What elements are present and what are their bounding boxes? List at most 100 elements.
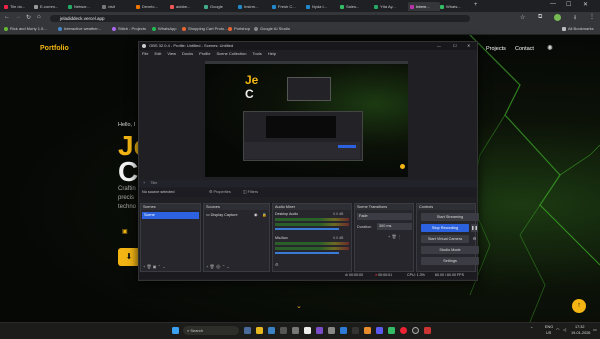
source-item[interactable]: ▭ Display Capture ◉ 🔒 xyxy=(206,212,268,219)
add-source-icon[interactable]: + xyxy=(206,264,208,269)
extensions-icon[interactable]: ⧉ xyxy=(538,14,542,21)
menu-icon[interactable]: ⋮ xyxy=(589,13,595,20)
duration-input[interactable]: 300 ms xyxy=(377,223,412,230)
bookmark-item[interactable]: WhatsApp xyxy=(152,26,176,31)
figma-icon[interactable] xyxy=(364,327,371,334)
discord-icon[interactable] xyxy=(376,327,383,334)
profile-avatar[interactable] xyxy=(554,14,561,21)
obs-close-icon[interactable]: ✕ xyxy=(467,42,470,50)
whatsapp-icon[interactable] xyxy=(388,327,395,334)
theme-toggle-icon[interactable]: ✺ xyxy=(547,44,553,52)
settings-button[interactable]: Settings xyxy=(421,257,479,265)
add-transition-icon[interactable]: + xyxy=(388,234,390,239)
recording-app-icon[interactable] xyxy=(424,327,431,334)
move-up-icon[interactable]: ⌃ xyxy=(158,264,161,269)
pause-recording-icon[interactable]: ❚❚ xyxy=(471,224,478,232)
widgets-icon[interactable] xyxy=(244,327,251,334)
start-streaming-button[interactable]: Start Streaming xyxy=(421,213,479,221)
tab-3[interactable]: Networ... xyxy=(68,2,98,11)
search-box[interactable]: ⌕ Search xyxy=(183,326,239,335)
mixer-settings-icon[interactable]: ⚙ xyxy=(275,262,279,267)
scroll-down-icon[interactable]: ⌄ xyxy=(296,302,302,310)
virtual-camera-settings-icon[interactable]: ⚙ xyxy=(471,235,478,243)
store-icon[interactable] xyxy=(292,327,299,334)
tab-7[interactable]: Google xyxy=(204,2,234,11)
properties-button[interactable]: ⚙ Properties xyxy=(209,188,231,197)
all-bookmarks[interactable]: All Bookmarks xyxy=(562,26,594,31)
tab-9[interactable]: Fresh C... xyxy=(272,2,302,11)
visibility-icon[interactable]: ◉ xyxy=(254,212,257,219)
menu-profile[interactable]: Profile xyxy=(199,50,210,58)
obs-maximize-icon[interactable]: ☐ xyxy=(453,42,457,50)
back-icon[interactable]: ← xyxy=(4,14,10,20)
vscode-icon[interactable] xyxy=(340,327,347,334)
remove-source-icon[interactable]: 🗑 xyxy=(209,264,214,269)
start-virtual-camera-button[interactable]: Start Virtual Camera xyxy=(421,235,469,243)
filters-button[interactable]: ◫ Filters xyxy=(243,188,258,197)
bookmark-item[interactable]: Rick and Morty 1.5... xyxy=(4,26,47,31)
tab-1[interactable]: Tile do... xyxy=(4,2,30,11)
site-logo[interactable]: Portfolio xyxy=(40,45,69,52)
bookmark-item[interactable]: Interactive weather... xyxy=(58,26,101,31)
new-tab-icon[interactable]: + xyxy=(474,2,478,8)
tab-11[interactable]: Sales... xyxy=(340,2,370,11)
tray-chevron-icon[interactable]: ⌃ xyxy=(530,326,533,331)
source-down-icon[interactable]: ⌄ xyxy=(226,264,229,269)
bookmark-item[interactable]: Portshop xyxy=(228,26,250,31)
notion-icon[interactable] xyxy=(304,327,311,334)
add-scene-icon[interactable]: + xyxy=(143,264,145,269)
studio-mode-button[interactable]: Studio Mode xyxy=(421,246,479,254)
tab-8[interactable]: Instrm... xyxy=(238,2,268,11)
transition-select[interactable]: Fade xyxy=(357,213,412,220)
stop-recording-button[interactable]: Stop Recording xyxy=(421,224,469,232)
move-down-icon[interactable]: ⌄ xyxy=(162,264,165,269)
nav-contact[interactable]: Contact xyxy=(515,46,534,52)
forward-icon[interactable]: → xyxy=(15,14,21,20)
url-input[interactable]: jeladiddeck.vercel.app xyxy=(50,14,470,22)
menu-help[interactable]: Help xyxy=(268,50,276,58)
bookmark-item[interactable]: Google AI Studio xyxy=(254,26,290,31)
tab-5[interactable]: Develo... xyxy=(136,2,166,11)
maximize-icon[interactable]: ☐ xyxy=(566,1,571,8)
tab-13-active[interactable]: Intern... xyxy=(408,2,440,11)
download-cv-button[interactable]: ⬇ xyxy=(118,248,140,266)
start-icon[interactable] xyxy=(172,327,179,334)
edge-icon[interactable] xyxy=(268,327,275,334)
source-settings-icon[interactable]: ⚙ xyxy=(216,264,221,269)
menu-tools[interactable]: Tools xyxy=(252,50,261,58)
menu-file[interactable]: File xyxy=(142,50,148,58)
scene-item[interactable]: Scene xyxy=(142,212,199,219)
terminal-icon[interactable] xyxy=(280,327,287,334)
obs-taskbar-icon[interactable] xyxy=(412,327,419,334)
github-desktop-icon[interactable] xyxy=(352,327,359,334)
remove-transition-icon[interactable]: 🗑 xyxy=(391,234,396,239)
menu-view[interactable]: View xyxy=(167,50,176,58)
preview-toolbar-icon[interactable]: + xyxy=(143,181,145,185)
source-up-icon[interactable]: ⌃ xyxy=(222,264,225,269)
github-icon[interactable]: ▣ xyxy=(122,228,128,235)
obs-minimize-icon[interactable]: — xyxy=(437,42,441,50)
chrome-icon[interactable] xyxy=(400,327,407,334)
lock-icon[interactable]: 🔒 xyxy=(262,212,267,219)
close-icon[interactable]: ✕ xyxy=(583,1,588,8)
remove-scene-icon[interactable]: 🗑 xyxy=(146,264,151,269)
home-icon[interactable]: ⌂ xyxy=(37,14,41,20)
clock-time[interactable]: 17:32 xyxy=(575,325,585,329)
desktop-audio-slider[interactable] xyxy=(275,228,339,230)
download-icon[interactable]: ⭳ xyxy=(574,13,576,23)
menu-docks[interactable]: Docks xyxy=(182,50,193,58)
tab-14[interactable]: Whats... xyxy=(440,2,470,11)
bookmark-item[interactable]: Stitch - Projects xyxy=(112,26,146,31)
file-explorer-icon[interactable] xyxy=(256,327,263,334)
calculator-icon[interactable] xyxy=(328,327,335,334)
tab-12[interactable]: Ytta Ay... xyxy=(374,2,404,11)
menu-scene-collection[interactable]: Scene Collection xyxy=(216,50,246,58)
scroll-top-button[interactable]: ↑ xyxy=(572,299,586,313)
app-icon[interactable] xyxy=(316,327,323,334)
mic-slider[interactable] xyxy=(275,252,339,254)
tab-6[interactable]: adobe... xyxy=(170,2,200,11)
tab-2[interactable]: E-comm... xyxy=(34,2,64,11)
volume-icon[interactable]: ◁ xyxy=(563,327,566,332)
transition-menu-icon[interactable]: ⋮ xyxy=(398,234,402,239)
notification-icon[interactable]: ▭ xyxy=(593,327,597,332)
